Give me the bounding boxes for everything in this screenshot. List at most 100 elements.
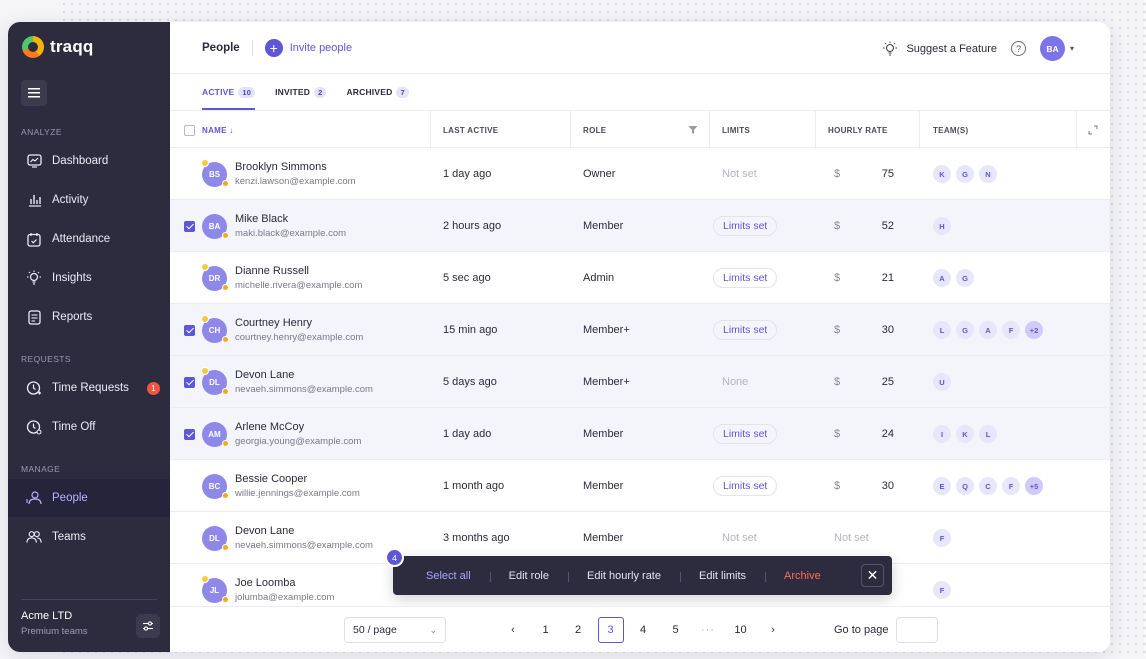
- team-chip[interactable]: E: [933, 477, 951, 495]
- limits-button[interactable]: Limits set: [713, 216, 778, 236]
- tab-archived[interactable]: ARCHIVED 7: [346, 74, 409, 110]
- page-button[interactable]: 10: [728, 617, 754, 643]
- limits-button[interactable]: Limits set: [713, 320, 778, 340]
- person-name[interactable]: Bessie Cooper: [235, 473, 360, 485]
- row-checkbox[interactable]: [184, 324, 195, 336]
- next-page-button[interactable]: ›: [760, 617, 786, 643]
- edit-limits-button[interactable]: Edit limits: [679, 570, 765, 582]
- page-button[interactable]: 1: [533, 617, 559, 643]
- role: Owner: [583, 168, 616, 180]
- help-icon[interactable]: ?: [1010, 41, 1026, 56]
- sidebar-item-activity[interactable]: Activity: [8, 181, 170, 219]
- limits-button[interactable]: Limits set: [713, 424, 778, 444]
- sidebar-item-reports[interactable]: Reports: [8, 298, 170, 336]
- team-chip[interactable]: U: [933, 373, 951, 391]
- column-header-role[interactable]: ROLE: [583, 111, 606, 149]
- team-chip[interactable]: N: [979, 165, 997, 183]
- person-name[interactable]: Arlene McCoy: [235, 421, 361, 433]
- menu-toggle-button[interactable]: [21, 80, 47, 106]
- team-chip[interactable]: +2: [1025, 321, 1043, 339]
- team-chip[interactable]: K: [956, 425, 974, 443]
- tab-invited[interactable]: INVITED 2: [275, 74, 327, 110]
- sidebar-item-time-requests[interactable]: Time Requests 1: [8, 369, 170, 407]
- column-header-limits[interactable]: LIMITS: [722, 111, 750, 149]
- company-plan: Premium teams: [21, 626, 88, 637]
- column-header-last-active[interactable]: LAST ACTIVE: [443, 111, 498, 149]
- invite-people-button[interactable]: + Invite people: [264, 38, 353, 57]
- sidebar-item-insights[interactable]: Insights: [8, 259, 170, 297]
- filter-icon[interactable]: [688, 111, 698, 149]
- team-chip[interactable]: H: [933, 217, 951, 235]
- team-chip[interactable]: G: [956, 321, 974, 339]
- person-name[interactable]: Devon Lane: [235, 369, 373, 381]
- column-divider: [709, 111, 710, 149]
- team-chip[interactable]: L: [979, 425, 997, 443]
- page-button[interactable]: 5: [663, 617, 689, 643]
- select-all-button[interactable]: Select all: [393, 570, 490, 582]
- chevron-down-icon[interactable]: ▾: [1070, 44, 1074, 53]
- archive-button[interactable]: Archive: [765, 570, 840, 582]
- sidebar-item-dashboard[interactable]: Dashboard: [8, 142, 170, 180]
- team-chip[interactable]: F: [1002, 477, 1020, 495]
- team-chip[interactable]: I: [933, 425, 951, 443]
- person-name[interactable]: Mike Black: [235, 213, 346, 225]
- rate-number: 25: [881, 376, 894, 388]
- go-to-page-input[interactable]: [896, 617, 939, 643]
- team-chip[interactable]: F: [1002, 321, 1020, 339]
- sidebar-item-attendance[interactable]: Attendance: [8, 220, 170, 258]
- team-chip[interactable]: K: [933, 165, 951, 183]
- table-row[interactable]: AM Arlene McCoy georgia.young@example.com 1…: [170, 408, 1110, 460]
- row-checkbox[interactable]: [184, 220, 195, 232]
- sidebar-item-time-off[interactable]: Time Off: [8, 408, 170, 446]
- expand-icon[interactable]: [1088, 111, 1098, 149]
- row-checkbox[interactable]: [184, 428, 195, 440]
- prev-page-button[interactable]: ‹: [500, 617, 526, 643]
- person-name[interactable]: Joe Loomba: [235, 577, 334, 589]
- invite-label: Invite people: [289, 41, 353, 54]
- limits-button[interactable]: Limits set: [713, 268, 778, 288]
- select-all-checkbox[interactable]: [184, 124, 195, 136]
- table-row[interactable]: BC Bessie Cooper willie.jennings@example.c…: [170, 460, 1110, 512]
- team-chip[interactable]: +5: [1025, 477, 1043, 495]
- row-checkbox[interactable]: [184, 376, 195, 388]
- per-page-select[interactable]: 50 / page ⌄: [344, 617, 446, 643]
- table-row[interactable]: DR Dianne Russell michelle.rivera@example.…: [170, 252, 1110, 304]
- sidebar-item-people[interactable]: People: [8, 479, 170, 517]
- column-header-hourly-rate[interactable]: HOURLY RATE: [828, 111, 888, 149]
- person-name[interactable]: Devon Lane: [235, 525, 373, 537]
- team-chip[interactable]: Q: [956, 477, 974, 495]
- edit-role-button[interactable]: Edit role: [489, 570, 568, 582]
- team-chip[interactable]: G: [956, 165, 974, 183]
- person-name[interactable]: Courtney Henry: [235, 317, 363, 329]
- person-name[interactable]: Dianne Russell: [235, 265, 362, 277]
- time-off-icon: [26, 419, 42, 435]
- sidebar-item-teams[interactable]: Teams: [8, 518, 170, 556]
- table-row[interactable]: CH Courtney Henry courtney.henry@example.c…: [170, 304, 1110, 356]
- table-row[interactable]: BS Brooklyn Simmons kenzi.lawson@example.c…: [170, 148, 1110, 200]
- suggest-feature-button[interactable]: Suggest a Feature: [882, 41, 997, 57]
- team-chip[interactable]: A: [933, 269, 951, 287]
- page-button-current[interactable]: 3: [597, 617, 624, 643]
- company-settings-button[interactable]: [136, 614, 160, 638]
- brand-logo[interactable]: traqq: [22, 36, 94, 58]
- table-row[interactable]: DL Devon Lane nevaeh.simmons@example.com 5 …: [170, 356, 1110, 408]
- table-row[interactable]: BA Mike Black maki.black@example.com 2 hour…: [170, 200, 1110, 252]
- limits-button[interactable]: Limits set: [713, 476, 778, 496]
- team-chip[interactable]: L: [933, 321, 951, 339]
- team-chip[interactable]: A: [979, 321, 997, 339]
- team-chip[interactable]: F: [933, 581, 951, 599]
- person-name[interactable]: Brooklyn Simmons: [235, 161, 356, 173]
- tab-active[interactable]: ACTIVE 10: [202, 74, 256, 110]
- team-chip[interactable]: G: [956, 269, 974, 287]
- page-button[interactable]: 4: [630, 617, 656, 643]
- team-chip[interactable]: F: [933, 529, 951, 547]
- column-header-name[interactable]: NAME ↓: [202, 111, 234, 149]
- close-icon[interactable]: ✕: [861, 564, 884, 587]
- hamburger-icon: [28, 88, 40, 98]
- team-chip[interactable]: C: [979, 477, 997, 495]
- column-header-teams[interactable]: TEAM(S): [933, 111, 968, 149]
- user-avatar[interactable]: BA: [1039, 36, 1065, 61]
- edit-hourly-rate-button[interactable]: Edit hourly rate: [568, 570, 680, 582]
- page-button[interactable]: 2: [565, 617, 591, 643]
- role-indicator-icon: [201, 366, 209, 375]
